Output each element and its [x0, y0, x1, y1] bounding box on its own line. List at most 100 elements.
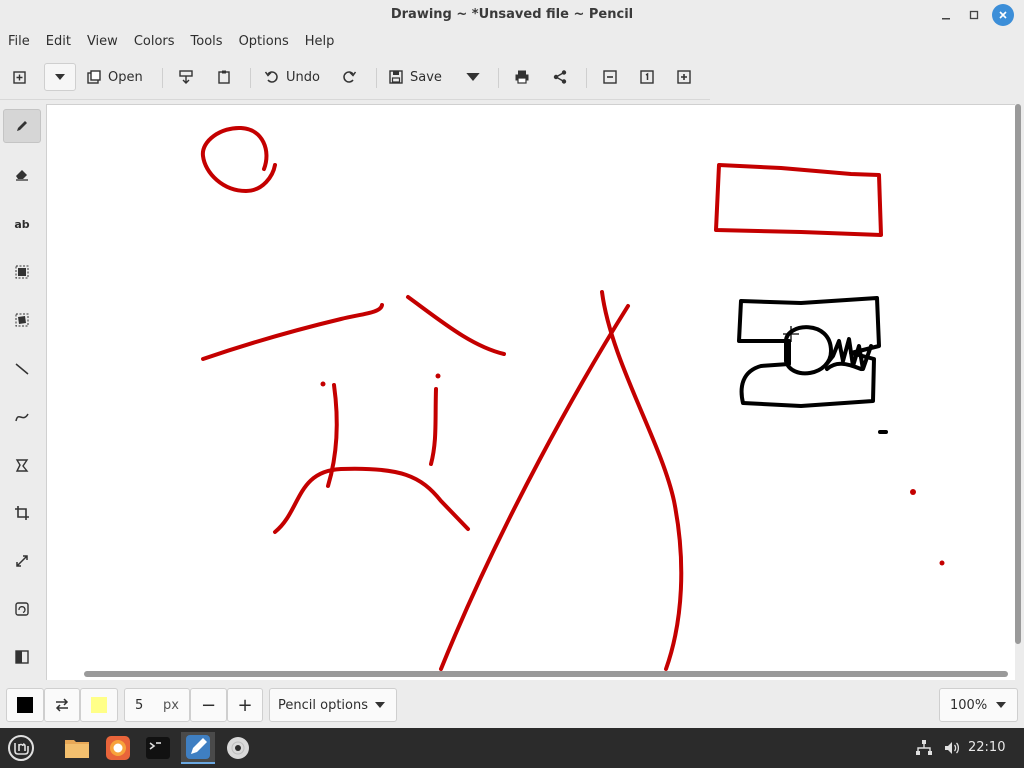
- toolbar-separator: [586, 68, 587, 88]
- taskbar: 22:10: [0, 728, 1024, 768]
- disc-launcher[interactable]: [221, 732, 255, 764]
- print-icon: [515, 70, 529, 84]
- size-increase-button[interactable]: +: [227, 688, 263, 722]
- pencil-icon: [17, 121, 27, 131]
- save-options-dropdown[interactable]: [465, 63, 481, 91]
- minimize-icon: [942, 18, 950, 20]
- options-bar: 5 px − + Pencil options 100%: [0, 680, 1024, 728]
- red-line-stroke: [429, 387, 438, 466]
- size-unit: px: [163, 697, 179, 713]
- red-dot: [435, 373, 441, 379]
- menu-view[interactable]: View: [79, 30, 126, 54]
- vertical-scrollbar-thumb[interactable]: [1015, 104, 1021, 644]
- terminal-icon: [146, 737, 170, 759]
- undo-button[interactable]: Undo: [264, 63, 320, 91]
- new-options-dropdown[interactable]: [44, 63, 76, 91]
- tool-scale[interactable]: [3, 544, 41, 578]
- red-rectangle-stroke: [714, 163, 883, 237]
- tool-pencil[interactable]: [3, 109, 41, 143]
- tool-rectangle-selection[interactable]: [3, 255, 41, 289]
- zoom-out-button[interactable]: [602, 63, 618, 91]
- maximize-button[interactable]: [963, 4, 985, 26]
- minus-icon: −: [200, 694, 217, 716]
- volume-indicator[interactable]: [938, 732, 966, 764]
- red-dot: [320, 381, 326, 387]
- redo-icon: [343, 71, 357, 83]
- save-button[interactable]: Save: [388, 63, 442, 91]
- clipboard-icon: [218, 70, 230, 84]
- tool-curve[interactable]: [3, 400, 41, 434]
- network-icon: [916, 740, 932, 755]
- swap-arrows-icon: [55, 698, 69, 712]
- free-shape-icon: [15, 459, 29, 472]
- minimize-button[interactable]: [935, 4, 957, 26]
- files-launcher[interactable]: [60, 732, 94, 764]
- eraser-icon: [16, 170, 28, 181]
- paste-button[interactable]: [216, 63, 232, 91]
- tool-text[interactable]: ab: [3, 207, 41, 241]
- new-image-button[interactable]: [12, 63, 28, 91]
- zoom-in-icon: [677, 70, 691, 84]
- drawing-app-task[interactable]: [181, 732, 215, 764]
- rotate-icon: [15, 602, 29, 616]
- secondary-color-button[interactable]: [80, 688, 118, 722]
- toolbar-separator: [376, 68, 377, 88]
- main-color-button[interactable]: [6, 688, 44, 722]
- size-value: 5: [135, 697, 144, 713]
- horizontal-scrollbar-thumb[interactable]: [84, 671, 1008, 677]
- tool-rotate[interactable]: [3, 592, 41, 626]
- toolbar-separator: [498, 68, 499, 88]
- tool-eraser[interactable]: [3, 157, 41, 191]
- share-button[interactable]: [552, 63, 568, 91]
- import-button[interactable]: [178, 63, 194, 91]
- save-label: Save: [410, 69, 442, 85]
- undo-label: Undo: [286, 69, 320, 85]
- main-color-swatch: [17, 697, 33, 713]
- tool-options-label: Pencil options: [278, 697, 368, 713]
- open-button[interactable]: Open: [86, 63, 143, 91]
- line-icon: [15, 363, 29, 375]
- zoom-original-button[interactable]: [639, 63, 655, 91]
- exchange-colors-button[interactable]: [44, 688, 80, 722]
- size-input[interactable]: 5 px: [124, 688, 190, 722]
- zoom-menu[interactable]: 100%: [939, 688, 1018, 722]
- redo-button[interactable]: [341, 63, 357, 91]
- crop-icon: [15, 506, 29, 520]
- plus-icon: +: [237, 694, 253, 716]
- vertical-scrollbar[interactable]: [1014, 104, 1022, 644]
- close-button[interactable]: [992, 4, 1014, 26]
- zoom-value: 100%: [950, 697, 988, 713]
- menu-options[interactable]: Options: [231, 30, 297, 54]
- terminal-launcher[interactable]: [141, 732, 175, 764]
- tool-crop[interactable]: [3, 496, 41, 530]
- menu-help[interactable]: Help: [297, 30, 343, 54]
- print-button[interactable]: [514, 63, 530, 91]
- curve-icon: [15, 413, 29, 422]
- red-curve-stroke: [273, 466, 470, 534]
- menu-tools[interactable]: Tools: [183, 30, 231, 54]
- menu-colors[interactable]: Colors: [126, 30, 183, 54]
- red-line-stroke: [201, 303, 384, 361]
- red-circle-stroke: [200, 125, 277, 193]
- firefox-launcher[interactable]: [101, 732, 135, 764]
- clock[interactable]: 22:10: [968, 740, 1005, 755]
- tool-line[interactable]: [3, 352, 41, 386]
- drawing-canvas[interactable]: [46, 104, 1015, 680]
- text-tool-label: ab: [14, 217, 30, 231]
- secondary-color-swatch: [91, 697, 107, 713]
- toolbar: Open Undo Save: [0, 58, 710, 96]
- size-decrease-button[interactable]: −: [190, 688, 227, 722]
- menu-file[interactable]: File: [0, 30, 38, 54]
- free-select-icon: [15, 313, 29, 327]
- menu-edit[interactable]: Edit: [38, 30, 79, 54]
- chevron-down-icon: [996, 702, 1006, 708]
- rect-select-icon: [15, 265, 29, 279]
- tool-options-menu[interactable]: Pencil options: [269, 688, 397, 722]
- tool-free-selection[interactable]: [3, 303, 41, 337]
- network-indicator[interactable]: [910, 732, 938, 764]
- tool-free-shape[interactable]: [3, 448, 41, 482]
- start-menu-button[interactable]: [4, 732, 38, 764]
- tool-filters[interactable]: [3, 640, 41, 674]
- save-icon: [389, 70, 403, 84]
- zoom-in-button[interactable]: [676, 63, 692, 91]
